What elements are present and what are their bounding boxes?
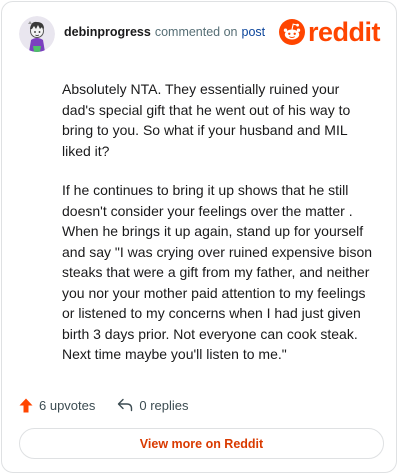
upvote-arrow-icon xyxy=(19,398,33,412)
comment-actions: 6 upvotes 0 replies xyxy=(19,394,189,416)
comment-header: debinprogress commented on post reddit xyxy=(19,16,381,52)
reply-arrow-icon xyxy=(118,398,133,412)
action-text: commented on xyxy=(154,25,238,39)
user-avatar[interactable] xyxy=(19,16,55,52)
avatar-image xyxy=(19,16,55,52)
post-link[interactable]: post xyxy=(242,25,266,39)
upvote-count: 6 upvotes xyxy=(39,397,96,413)
reply-count: 0 replies xyxy=(139,397,189,413)
comment-paragraph-2: If he continues to bring it up shows tha… xyxy=(62,182,373,362)
reddit-logo[interactable]: reddit xyxy=(278,16,381,47)
comment-meta: debinprogress commented on post xyxy=(64,25,265,39)
comment-paragraph-1: Absolutely NTA. They essentially ruined … xyxy=(62,81,351,159)
reply-action[interactable]: 0 replies xyxy=(117,397,189,413)
reddit-snoo-icon xyxy=(278,19,305,45)
view-more-button[interactable]: View more on Reddit xyxy=(19,428,384,459)
upvote-action[interactable]: 6 upvotes xyxy=(19,398,95,413)
embedded-comment-card: debinprogress commented on post reddit A… xyxy=(1,1,397,473)
comment-body: Absolutely NTA. They essentially ruined … xyxy=(62,79,374,384)
username-link[interactable]: debinprogress xyxy=(64,25,151,39)
reddit-wordmark: reddit xyxy=(307,16,381,47)
